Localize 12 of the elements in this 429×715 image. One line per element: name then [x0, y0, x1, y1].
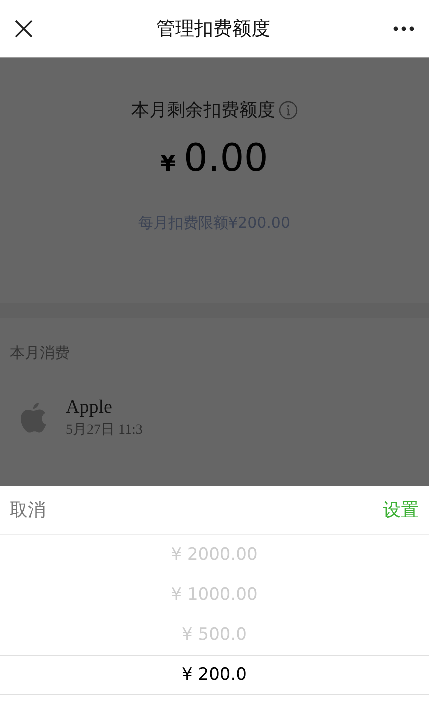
transaction-time: 5月27日 11:3 — [66, 422, 143, 439]
cancel-button[interactable]: 取消 — [10, 498, 46, 522]
remaining-label: 本月剩余扣费额度 — [132, 99, 276, 122]
page-title: 管理扣费额度 — [156, 16, 270, 42]
remaining-amount: 0.00 — [184, 136, 268, 180]
merchant-name: Apple — [66, 397, 114, 419]
set-button[interactable]: 设置 — [383, 498, 419, 522]
currency-sign: ¥ — [160, 152, 176, 177]
amount-option[interactable]: ¥ 200.0 — [0, 655, 429, 695]
more-icon[interactable] — [393, 26, 415, 32]
close-icon[interactable] — [14, 18, 34, 38]
apple-icon — [20, 402, 48, 434]
